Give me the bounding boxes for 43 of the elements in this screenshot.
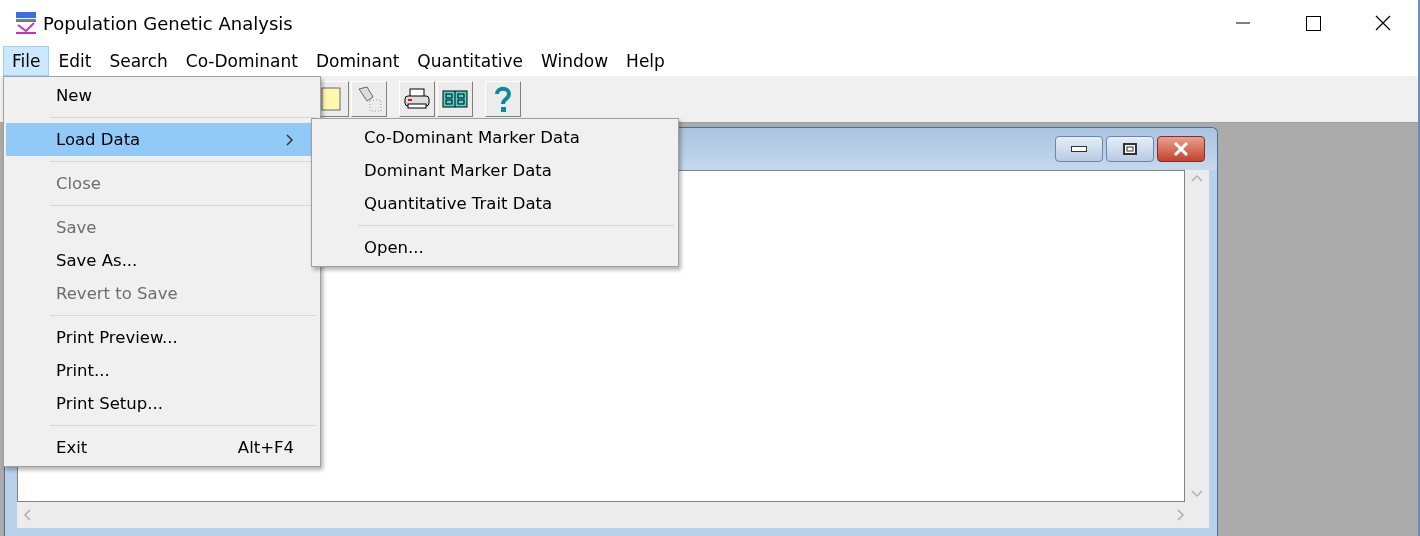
menu-item[interactable]: Dominant Marker Data	[314, 154, 676, 187]
menu-title[interactable]: Co-Dominant	[176, 46, 307, 76]
minimize-icon	[1071, 146, 1087, 152]
toolbar-button[interactable]	[485, 81, 521, 117]
chevron-right-icon	[1177, 509, 1185, 521]
close-icon	[1375, 15, 1391, 31]
menu-item[interactable]: Print Setup...	[6, 387, 318, 420]
help-icon	[493, 85, 513, 113]
menu-item[interactable]: New	[6, 79, 318, 112]
maximize-icon	[1305, 15, 1321, 31]
menu-title[interactable]: File	[3, 46, 50, 76]
menu-title[interactable]: Dominant	[306, 46, 409, 76]
horizontal-scrollbar[interactable]	[17, 502, 1209, 528]
minimize-button[interactable]	[1055, 136, 1103, 162]
menu-item[interactable]: Quantitative Trait Data	[314, 187, 676, 220]
menu-item[interactable]: Exit Alt+F4	[6, 431, 318, 464]
restore-icon	[1123, 143, 1137, 155]
chevron-down-icon	[1191, 490, 1203, 498]
shortcut-text: Alt+F4	[237, 438, 294, 457]
book-icon	[442, 89, 468, 109]
toolbar-button[interactable]	[399, 81, 435, 117]
menu-title[interactable]: Edit	[49, 46, 101, 76]
menu-item[interactable]: Open...	[314, 231, 676, 264]
chevron-right-icon	[286, 133, 294, 146]
close-button[interactable]	[1157, 136, 1205, 162]
close-icon	[1173, 142, 1189, 156]
menu-title[interactable]: Quantitative	[408, 46, 533, 76]
flashlight-icon	[355, 85, 383, 113]
chevron-up-icon	[1191, 174, 1203, 182]
menu-title[interactable]: Window	[532, 46, 618, 76]
chevron-left-icon	[23, 509, 31, 521]
document-icon	[320, 87, 342, 111]
toolbar-button[interactable]	[351, 81, 387, 117]
toolbar-button[interactable]	[437, 81, 473, 117]
printer-icon	[403, 87, 431, 111]
menu-title[interactable]: Help	[617, 46, 674, 76]
restore-button[interactable]	[1106, 136, 1154, 162]
vertical-scrollbar[interactable]	[1185, 170, 1209, 502]
window-title: Population Genetic Analysis	[43, 12, 293, 34]
menu-item[interactable]: Print...	[6, 354, 318, 387]
menu-item[interactable]: Print Preview...	[6, 321, 318, 354]
menu-title[interactable]: Search	[100, 46, 177, 76]
app-icon	[14, 11, 38, 35]
